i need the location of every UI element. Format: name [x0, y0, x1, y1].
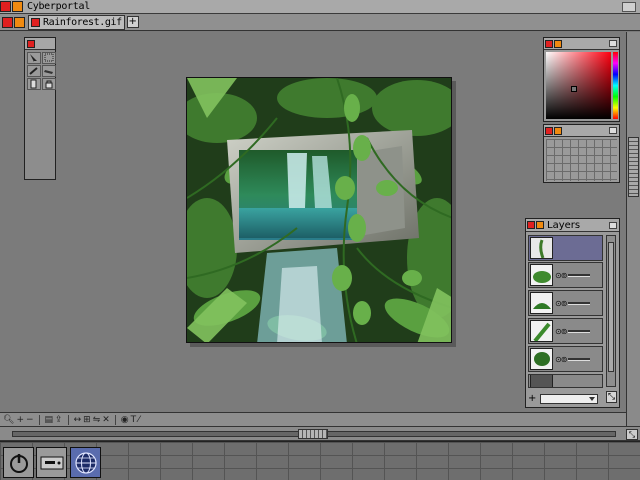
- layer-opacity-slider[interactable]: [568, 329, 591, 333]
- browser-button[interactable]: [70, 447, 101, 478]
- tab-label: Rainforest.gif: [43, 16, 122, 28]
- arrows-icon[interactable]: ↔: [74, 415, 82, 425]
- layer-row[interactable]: ⊙⊚: [528, 290, 603, 316]
- layers-close-icon[interactable]: [527, 221, 535, 229]
- text-icon[interactable]: T: [131, 415, 137, 425]
- layer-thumbnail: [530, 348, 553, 370]
- swatches-panel-header[interactable]: [544, 125, 619, 137]
- swatches-close-icon[interactable]: [545, 126, 553, 135]
- wand-icon[interactable]: ⁄: [138, 415, 140, 425]
- eraser-icon[interactable]: [42, 65, 56, 77]
- blend-mode-select[interactable]: [540, 393, 599, 404]
- eye-icon[interactable]: ◉: [121, 415, 129, 425]
- layer-visibility-icon[interactable]: ⊙⊚: [555, 299, 567, 308]
- resize-handle-icon[interactable]: ⤡: [606, 391, 617, 403]
- zoom-in-icon[interactable]: +: [16, 415, 24, 425]
- pencil-icon[interactable]: [27, 65, 41, 77]
- layer-thumbnail: [530, 237, 553, 259]
- vertical-scroll-thumb[interactable]: [628, 137, 639, 197]
- layers-panel-title: Layers: [547, 219, 581, 231]
- layers-scroll-thumb[interactable]: [608, 242, 614, 372]
- document-tab-bar: Rainforest.gif +: [0, 14, 640, 31]
- drive-icon: [40, 456, 63, 469]
- layer-thumbnail: [530, 264, 553, 286]
- swatches-panel: [543, 124, 620, 183]
- color-panel-close-icon[interactable]: [545, 39, 553, 48]
- layer-row[interactable]: [528, 374, 603, 388]
- lock-icon[interactable]: [42, 78, 56, 90]
- tab-rainforest[interactable]: Rainforest.gif: [28, 14, 125, 30]
- layer-thumbnail: [530, 292, 553, 314]
- divider: [67, 414, 69, 425]
- power-button[interactable]: [3, 447, 34, 478]
- layer-row[interactable]: [528, 235, 603, 261]
- layers-panel: Layers ⊙⊚ ⊙⊚ ⊙⊚ ⊙⊚ + ⤡: [525, 218, 620, 408]
- layer-row[interactable]: ⊙⊚: [528, 318, 603, 344]
- arrow-select-icon[interactable]: [27, 52, 41, 64]
- zoom-out-icon[interactable]: −: [26, 415, 34, 425]
- transform-icon[interactable]: ⊞: [83, 415, 91, 425]
- zoom-gadget-icon[interactable]: [622, 1, 636, 12]
- tab-depth-icon[interactable]: [14, 16, 25, 28]
- depth-gadget-icon[interactable]: [12, 1, 23, 12]
- horizontal-scroll-thumb[interactable]: [298, 429, 328, 439]
- hue-slider[interactable]: [613, 52, 618, 119]
- layer-visibility-icon[interactable]: ⊙⊚: [555, 327, 567, 336]
- color-panel-header[interactable]: [544, 38, 619, 50]
- image-canvas[interactable]: [186, 77, 452, 343]
- divider: [38, 414, 40, 425]
- layer-opacity-slider[interactable]: [568, 301, 591, 305]
- layer-row[interactable]: ⊙⊚: [528, 262, 603, 288]
- layer-opacity-slider[interactable]: [568, 357, 591, 361]
- tool-palette-close-icon[interactable]: [27, 39, 35, 48]
- swatches-depth-icon[interactable]: [554, 126, 562, 135]
- mirror-icon[interactable]: ⇋: [93, 415, 101, 425]
- swatches-zoom-icon[interactable]: [609, 127, 617, 134]
- close-gadget-icon[interactable]: [0, 1, 11, 12]
- layer-opacity-slider[interactable]: [568, 273, 591, 277]
- layer-visibility-icon[interactable]: ⊙⊚: [555, 271, 567, 280]
- window-resize-icon[interactable]: ⤡: [626, 429, 638, 440]
- divider: [114, 414, 116, 425]
- layer-row[interactable]: ⊙⊚: [528, 346, 603, 372]
- add-layer-icon[interactable]: +: [528, 393, 536, 404]
- zoom-icon[interactable]: 🔍︎: [3, 415, 14, 425]
- desktop: Cyberportal Rainforest.gif + Layers ⊙⊚ ⊙…: [0, 0, 640, 480]
- taskbar: [0, 441, 640, 480]
- swatch-grid[interactable]: [546, 139, 617, 181]
- layers-depth-icon[interactable]: [536, 221, 544, 229]
- status-toolbar: 🔍︎ + − ▤ ⇪ ↔ ⊞ ⇋ ✕ ◉ T ⁄: [0, 412, 626, 426]
- color-panel-zoom-icon[interactable]: [609, 40, 617, 47]
- drive-button[interactable]: [36, 447, 67, 478]
- globe-icon: [74, 451, 97, 474]
- window-title-bar[interactable]: Cyberportal: [0, 0, 640, 14]
- layers-panel-header[interactable]: Layers: [526, 219, 619, 232]
- delete-icon[interactable]: ✕: [102, 415, 110, 425]
- export-icon[interactable]: ⇪: [55, 415, 63, 425]
- layer-visibility-icon[interactable]: ⊙⊚: [555, 355, 567, 364]
- vertical-scrollbar[interactable]: [626, 32, 640, 427]
- add-tab-button[interactable]: +: [126, 16, 139, 28]
- gradient-icon[interactable]: [27, 78, 41, 90]
- saturation-value-field[interactable]: [546, 52, 611, 119]
- layers-footer: +: [528, 392, 603, 405]
- color-panel-depth-icon[interactable]: [554, 39, 562, 48]
- window-title: Cyberportal: [27, 1, 90, 12]
- tab-file-close-icon[interactable]: [31, 17, 40, 27]
- layer-thumbnail: [530, 375, 553, 387]
- color-picker-panel: [543, 37, 620, 122]
- horizontal-scrollbar[interactable]: ⤡: [0, 426, 640, 441]
- power-icon: [9, 453, 28, 473]
- grid-icon[interactable]: ▤: [45, 415, 54, 425]
- tab-close-icon[interactable]: [2, 16, 13, 28]
- marquee-icon[interactable]: [42, 52, 56, 64]
- layers-zoom-icon[interactable]: [609, 221, 617, 229]
- color-picker-cursor[interactable]: [571, 86, 577, 92]
- layers-scrollbar[interactable]: [606, 235, 616, 387]
- tool-palette: [24, 37, 56, 180]
- layer-thumbnail: [530, 320, 553, 342]
- rainforest-image: [187, 78, 451, 342]
- tool-palette-header[interactable]: [25, 38, 55, 50]
